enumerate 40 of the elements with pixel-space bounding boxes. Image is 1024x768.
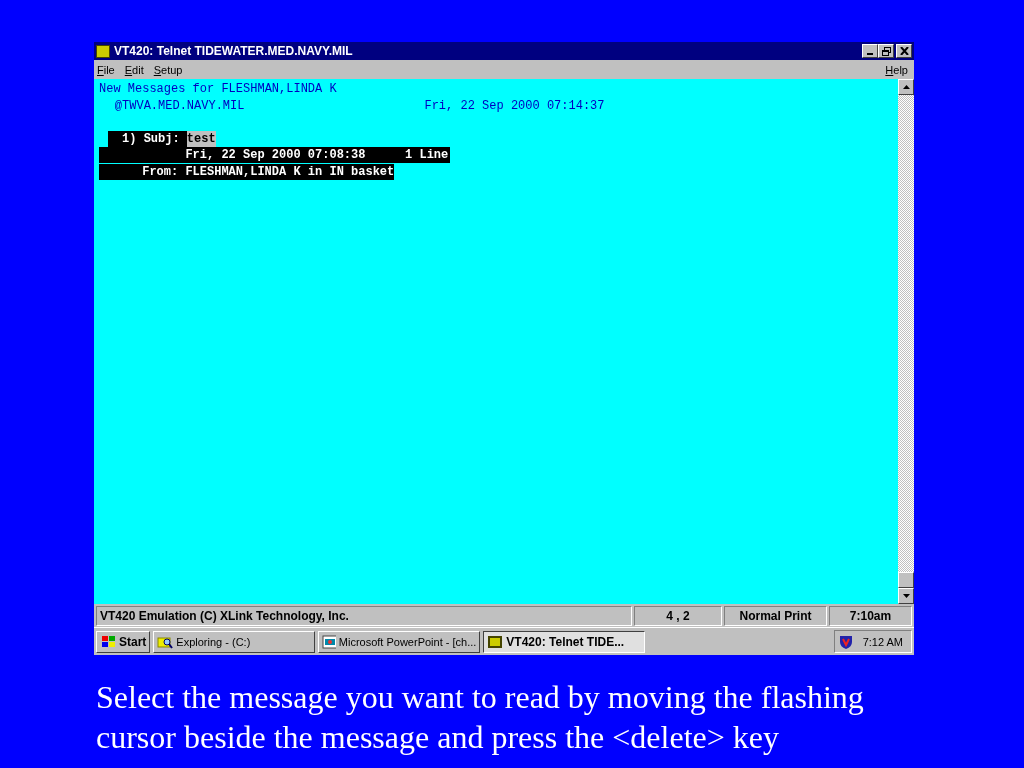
taskbar-clock: 7:12 AM	[862, 635, 903, 648]
terminal-text: New Messages for FLESHMAN,LINDA K	[99, 81, 337, 98]
slide-icon	[322, 634, 336, 649]
terminal-icon	[487, 634, 504, 649]
menu-item[interactable]: File	[97, 63, 115, 76]
terminal-text: Fri, 22 Sep 2000 07:14:37	[424, 97, 605, 114]
shield-icon[interactable]	[838, 634, 853, 649]
folder-magnifier-icon	[157, 634, 174, 649]
taskbar-button[interactable]: Microsoft PowerPoint - [ch...	[318, 630, 481, 653]
minimize-button[interactable]	[862, 44, 878, 58]
close-button[interactable]	[896, 44, 912, 58]
window-title: VT420: Telnet TIDEWATER.MED.NAVY.MIL	[114, 44, 353, 58]
caption-text: Select the message you want to read by moving the flashing cursor beside the message and press the <delete> key	[96, 678, 865, 757]
taskbar-button[interactable]: VT420: Telnet TIDE...	[483, 630, 646, 653]
message-subject: test	[186, 130, 216, 147]
restore-button[interactable]	[878, 44, 894, 58]
taskbar-button[interactable]: Exploring - (C:)	[153, 630, 316, 653]
scroll-thumb[interactable]	[898, 572, 914, 588]
status-cell: 4 , 2	[634, 606, 722, 626]
close-icon	[899, 47, 909, 55]
menu-item[interactable]: Help	[885, 63, 908, 76]
status-cell: 7:10am	[829, 606, 912, 626]
scroll-down-icon[interactable]	[898, 588, 914, 604]
status-cell: Normal Print	[724, 606, 827, 626]
restore-icon	[881, 46, 891, 56]
status-cell: VT420 Emulation (C) XLink Technology, Inc.	[96, 606, 632, 626]
menu-item[interactable]: Setup	[153, 63, 183, 76]
scroll-up-icon[interactable]	[898, 79, 914, 95]
terminal-text: @TWVA.MED.NAVY.MIL	[114, 97, 245, 114]
windows-flag-icon	[100, 634, 116, 649]
vertical-scrollbar[interactable]	[898, 79, 914, 604]
message-date: Fri, 22 Sep 2000 07:08:38	[99, 147, 406, 164]
start-button[interactable]: Start	[96, 630, 151, 653]
message-size: 1 Line	[405, 147, 450, 164]
menu-item[interactable]: Edit	[124, 63, 144, 76]
message-number[interactable]: 1)	[107, 130, 144, 147]
terminal-text: From:	[99, 163, 186, 180]
terminal-text: Subj:	[143, 130, 187, 147]
message-sender: FLESHMAN,LINDA K in IN basket	[185, 163, 395, 180]
terminal-icon	[96, 44, 110, 58]
